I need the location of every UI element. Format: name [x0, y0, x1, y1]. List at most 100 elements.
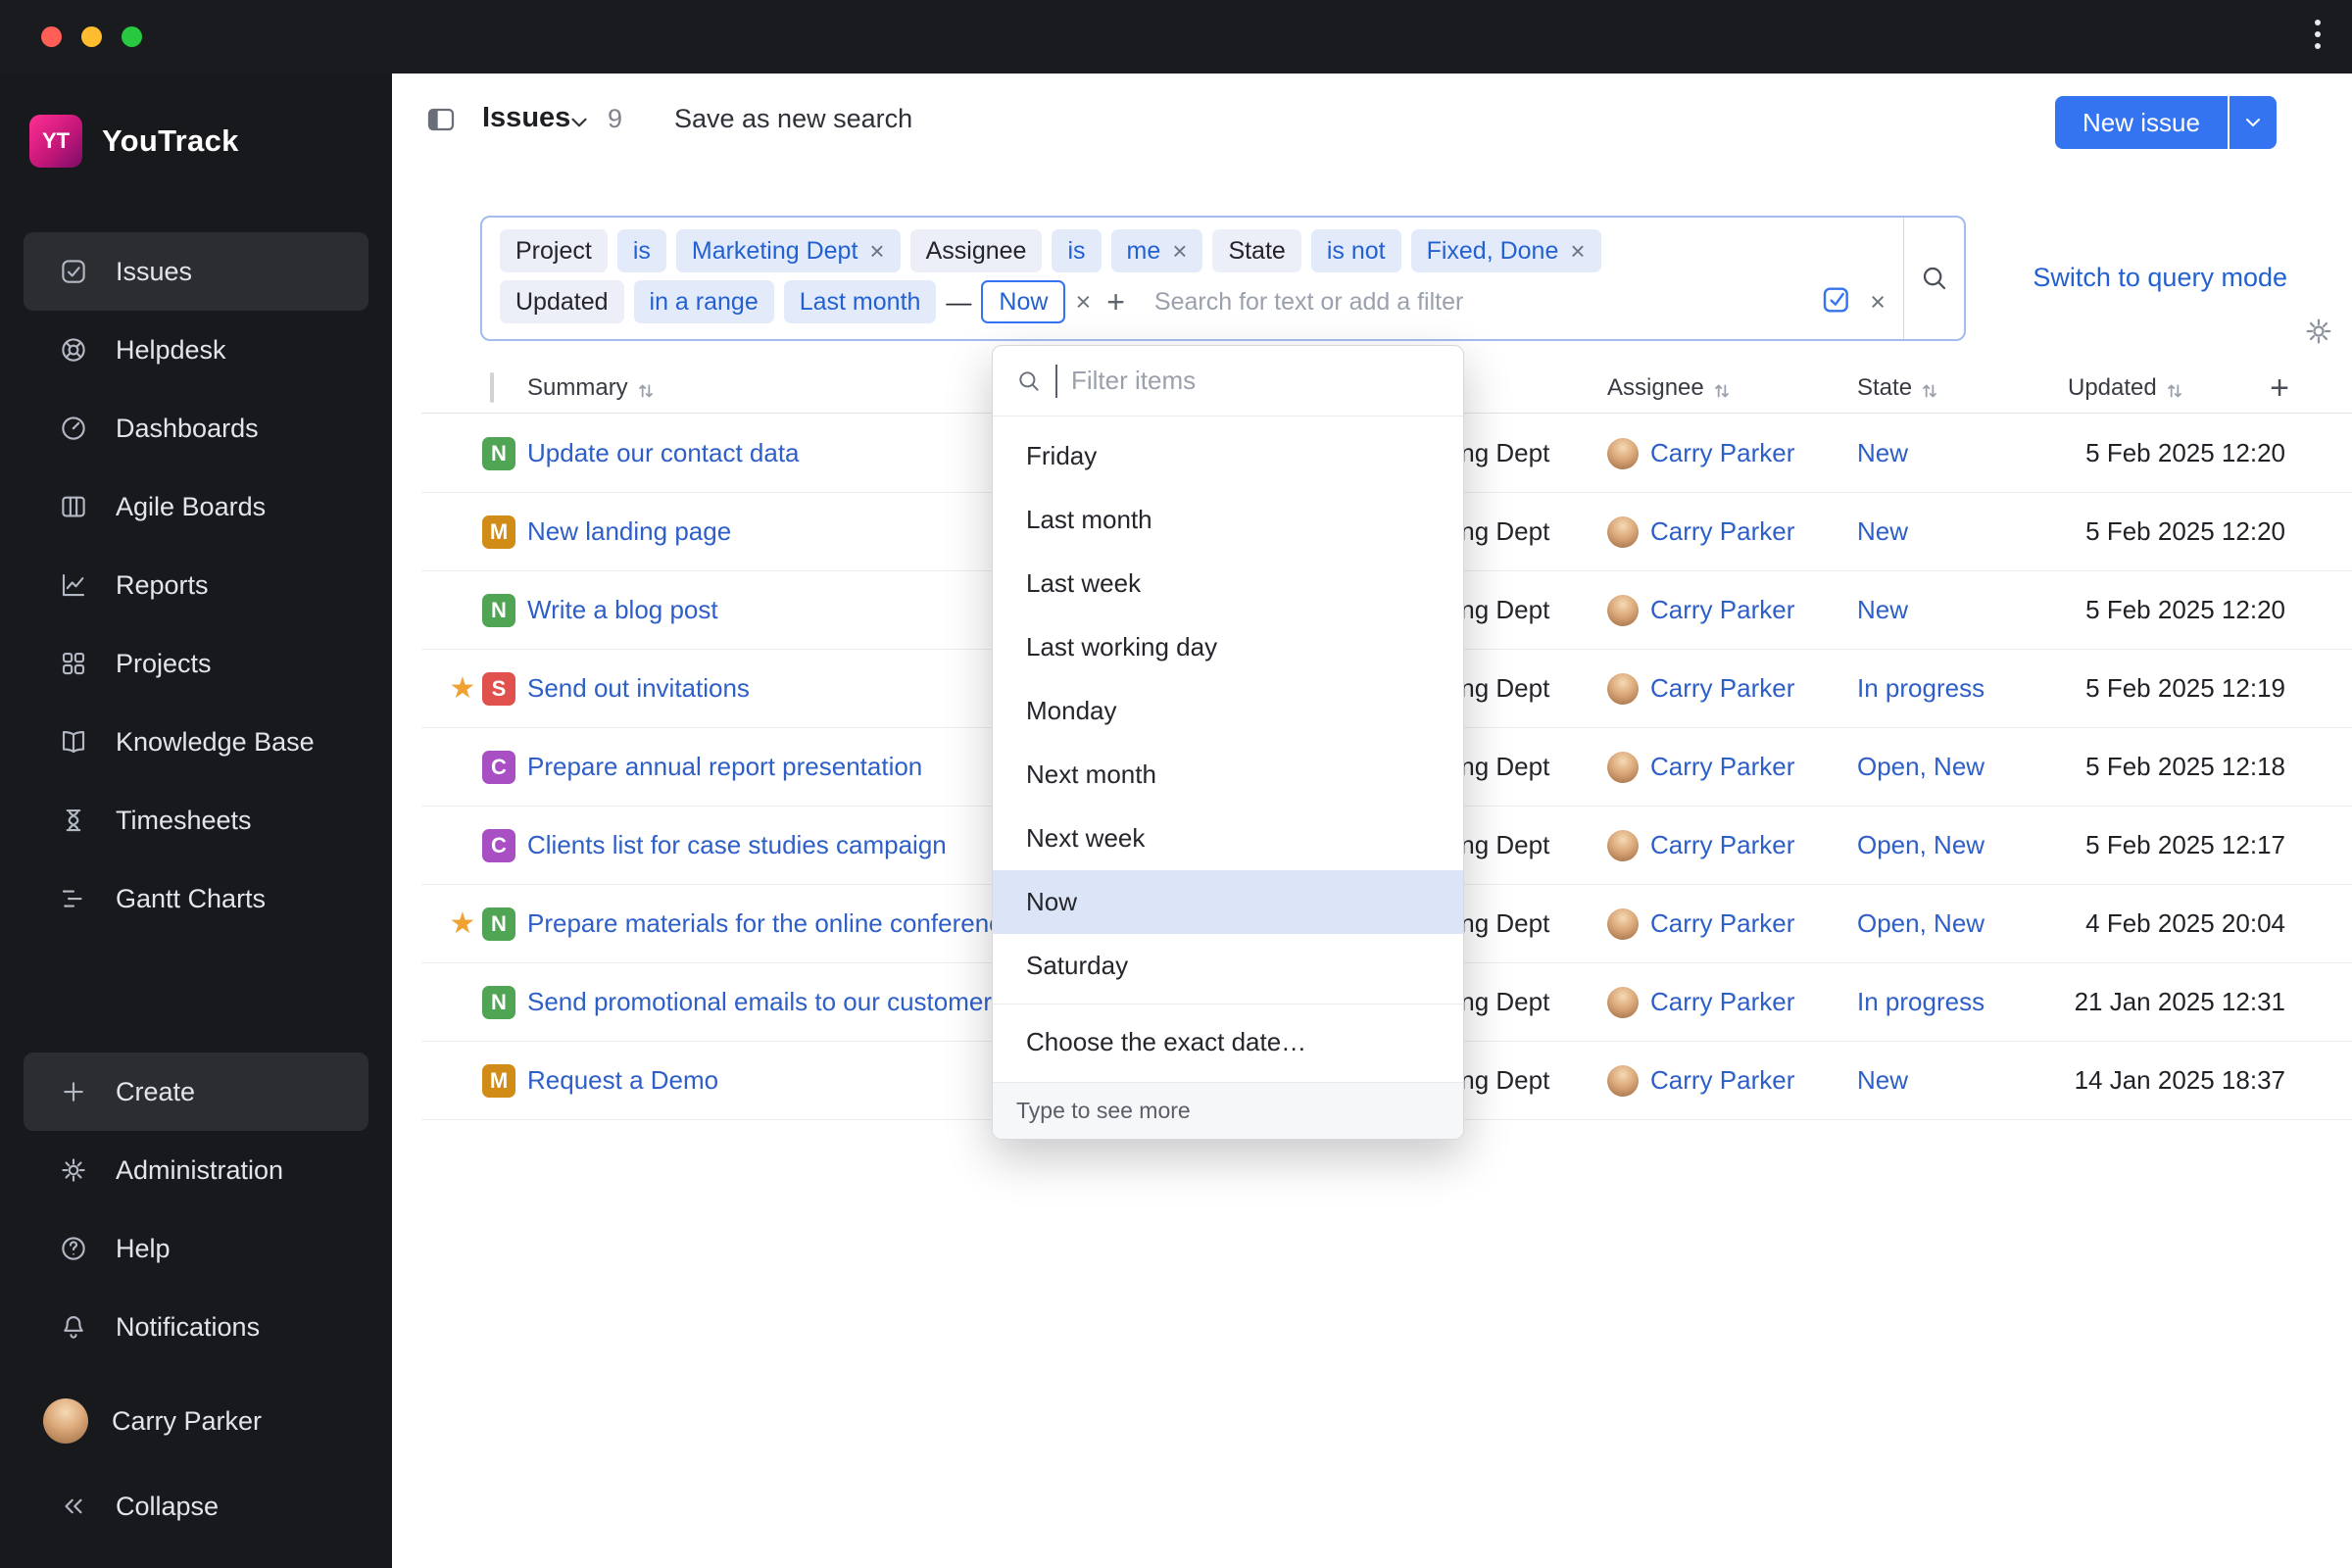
close-window-button[interactable]	[41, 26, 62, 47]
filter-chip-attribute[interactable]: Updated	[500, 280, 624, 323]
column-header-summary[interactable]: Summary	[527, 374, 656, 402]
filter-chip-value-focused[interactable]: Now	[981, 280, 1066, 323]
star-icon[interactable]: ★	[450, 907, 476, 940]
filter-chip-operator[interactable]: in a range	[633, 280, 774, 323]
add-column-button[interactable]: +	[2270, 371, 2352, 405]
issue-title-link[interactable]: Clients list for case studies campaign	[527, 830, 947, 859]
remove-filter-icon[interactable]: ×	[1570, 238, 1585, 264]
dropdown-item[interactable]: Last month	[993, 488, 1463, 552]
issue-type-icon: N	[482, 985, 515, 1019]
state-link[interactable]: In progress	[1857, 987, 1984, 1016]
zoom-window-button[interactable]	[122, 26, 142, 47]
assignee-link[interactable]: Carry Parker	[1650, 438, 1794, 468]
dropdown-item[interactable]: Next month	[993, 743, 1463, 807]
clear-search-icon[interactable]: ×	[1870, 287, 1886, 318]
assignee-link[interactable]: Carry Parker	[1650, 1065, 1794, 1096]
filter-chip-value[interactable]: Fixed, Done ×	[1410, 229, 1601, 272]
assignee-link[interactable]: Carry Parker	[1650, 752, 1794, 782]
sidebar-item-projects[interactable]: Projects	[24, 624, 368, 703]
dropdown-item[interactable]: Monday	[993, 679, 1463, 743]
sidebar-item-dashboards[interactable]: Dashboards	[24, 389, 368, 467]
toggle-sidebar-icon[interactable]	[423, 104, 459, 135]
sidebar-item-issues[interactable]: Issues	[24, 232, 368, 311]
issue-title-link[interactable]: New landing page	[527, 516, 731, 546]
page-title[interactable]: Issues	[482, 102, 570, 134]
dropdown-item[interactable]: Last week	[993, 552, 1463, 615]
dropdown-item[interactable]: Saturday	[993, 934, 1463, 998]
switch-to-query-mode-link[interactable]: Switch to query mode	[2033, 263, 2287, 293]
new-issue-dropdown-button[interactable]	[2229, 96, 2277, 149]
state-link[interactable]: In progress	[1857, 673, 1984, 703]
new-issue-main-button[interactable]: New issue	[2055, 96, 2228, 149]
filter-chip-value[interactable]: me ×	[1110, 229, 1203, 272]
issue-title-link[interactable]: Write a blog post	[527, 595, 718, 624]
search-filter-bar[interactable]: Project is Marketing Dept × Assignee is m…	[480, 216, 1966, 341]
dropdown-item-selected[interactable]: Now	[993, 870, 1463, 934]
filter-chip-attribute[interactable]: Project	[500, 229, 608, 272]
filter-chip-attribute[interactable]: Assignee	[909, 229, 1043, 272]
state-link[interactable]: New	[1857, 595, 1908, 624]
choose-exact-date-item[interactable]: Choose the exact date…	[993, 1010, 1463, 1074]
issue-title-link[interactable]: Prepare annual report presentation	[527, 752, 922, 781]
assignee-avatar	[1607, 751, 1639, 783]
search-input[interactable]: Search for text or add a filter	[1154, 288, 1463, 317]
sidebar-item-gantt-charts[interactable]: Gantt Charts	[24, 859, 368, 938]
state-link[interactable]: Open, New	[1857, 908, 1984, 938]
issue-title-link[interactable]: Request a Demo	[527, 1065, 718, 1095]
dropdown-item[interactable]: Next week	[993, 807, 1463, 870]
remove-filter-icon[interactable]: ×	[1075, 287, 1091, 318]
sidebar-item-reports[interactable]: Reports	[24, 546, 368, 624]
star-icon[interactable]: ★	[450, 672, 476, 705]
assignee-link[interactable]: Carry Parker	[1650, 673, 1794, 704]
dropdown-item[interactable]: Last working day	[993, 615, 1463, 679]
assignee-link[interactable]: Carry Parker	[1650, 830, 1794, 860]
select-all-checkbox[interactable]	[490, 371, 494, 403]
sidebar-item-administration[interactable]: Administration	[24, 1131, 368, 1209]
window-menu-icon[interactable]	[2315, 20, 2321, 49]
sidebar-item-agile-boards[interactable]: Agile Boards	[24, 467, 368, 546]
dropdown-search-field[interactable]: Filter items	[993, 346, 1463, 416]
column-header-updated[interactable]: Updated	[2068, 374, 2184, 402]
assignee-link[interactable]: Carry Parker	[1650, 516, 1794, 547]
remove-filter-icon[interactable]: ×	[869, 238, 884, 264]
sidebar-item-helpdesk[interactable]: Helpdesk	[24, 311, 368, 389]
issue-title-link[interactable]: Send promotional emails to our customers	[527, 987, 1004, 1016]
remove-filter-icon[interactable]: ×	[1172, 238, 1187, 264]
state-link[interactable]: New	[1857, 1065, 1908, 1095]
state-link[interactable]: New	[1857, 438, 1908, 467]
sidebar-item-timesheets[interactable]: Timesheets	[24, 781, 368, 859]
add-filter-icon[interactable]: +	[1101, 284, 1131, 320]
issue-title-link[interactable]: Prepare materials for the online confere…	[527, 908, 1016, 938]
filter-chip-value[interactable]: Marketing Dept ×	[675, 229, 901, 272]
assignee-link[interactable]: Carry Parker	[1650, 908, 1794, 939]
create-button-label: Create	[116, 1076, 196, 1106]
issue-title-link[interactable]: Update our contact data	[527, 438, 800, 467]
collapse-sidebar-button[interactable]: Collapse	[24, 1467, 368, 1545]
minimize-window-button[interactable]	[81, 26, 102, 47]
sidebar-item-help[interactable]: Help	[24, 1209, 368, 1288]
assignee-link[interactable]: Carry Parker	[1650, 595, 1794, 625]
chevron-down-icon[interactable]	[566, 110, 592, 135]
state-link[interactable]: New	[1857, 516, 1908, 546]
user-profile[interactable]: Carry Parker	[0, 1387, 392, 1455]
filter-chip-operator[interactable]: is	[616, 229, 666, 272]
sidebar-item-knowledge-base[interactable]: Knowledge Base	[24, 703, 368, 781]
youtrack-logo[interactable]: YT YouTrack	[29, 115, 239, 168]
filter-chip-attribute[interactable]: State	[1212, 229, 1301, 272]
column-header-state[interactable]: State	[1857, 374, 1939, 402]
run-search-button[interactable]	[1903, 218, 1964, 339]
column-header-assignee[interactable]: Assignee	[1607, 374, 1732, 402]
state-link[interactable]: Open, New	[1857, 752, 1984, 781]
dropdown-item[interactable]: Friday	[993, 424, 1463, 488]
filter-chip-operator[interactable]: is not	[1310, 229, 1401, 272]
save-as-new-search-button[interactable]: Save as new search	[674, 104, 912, 134]
table-settings-gear-icon[interactable]	[2303, 316, 2334, 347]
filter-chip-operator[interactable]: is	[1052, 229, 1102, 272]
issue-title-link[interactable]: Send out invitations	[527, 673, 750, 703]
filter-chip-value[interactable]: Last month	[783, 280, 937, 323]
saved-search-check-icon[interactable]	[1821, 284, 1852, 320]
create-button[interactable]: Create	[24, 1053, 368, 1131]
assignee-link[interactable]: Carry Parker	[1650, 987, 1794, 1017]
sidebar-item-notifications[interactable]: Notifications	[24, 1288, 368, 1366]
state-link[interactable]: Open, New	[1857, 830, 1984, 859]
